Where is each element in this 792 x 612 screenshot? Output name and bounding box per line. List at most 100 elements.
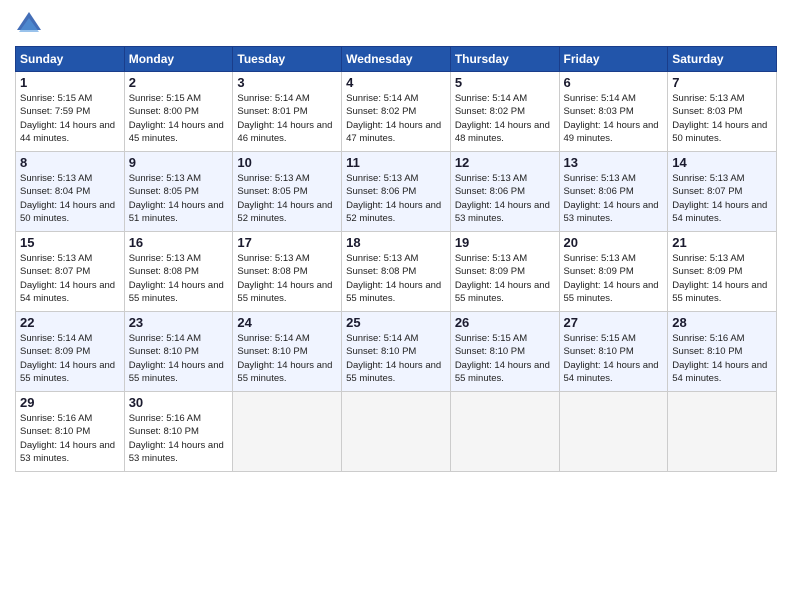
day-number: 4 (346, 75, 446, 90)
day-number: 5 (455, 75, 555, 90)
calendar-week-4: 29 Sunrise: 5:16 AMSunset: 8:10 PMDayligh… (16, 392, 777, 472)
day-info: Sunrise: 5:13 AMSunset: 8:06 PMDaylight:… (346, 173, 441, 224)
calendar-cell: 5Sunrise: 5:14 AMSunset: 8:02 PMDaylight… (450, 72, 559, 152)
calendar-cell: 26 Sunrise: 5:15 AMSunset: 8:10 PMDayligh… (450, 312, 559, 392)
day-info: Sunrise: 5:15 AMSunset: 8:10 PMDaylight:… (455, 333, 550, 384)
calendar-cell: 22 Sunrise: 5:14 AMSunset: 8:09 PMDayligh… (16, 312, 125, 392)
day-number: 12 (455, 155, 555, 170)
calendar-cell: 16 Sunrise: 5:13 AMSunset: 8:08 PMDayligh… (124, 232, 233, 312)
calendar-cell: 2 Sunrise: 5:15 AMSunset: 8:00 PMDaylight… (124, 72, 233, 152)
day-info: Sunrise: 5:16 AMSunset: 8:10 PMDaylight:… (129, 413, 224, 464)
day-info: Sunrise: 5:14 AMSunset: 8:10 PMDaylight:… (129, 333, 224, 384)
day-number: 17 (237, 235, 337, 250)
day-number: 6 (564, 75, 664, 90)
calendar-cell: 20 Sunrise: 5:13 AMSunset: 8:09 PMDayligh… (559, 232, 668, 312)
calendar-cell (233, 392, 342, 472)
weekday-thursday: Thursday (450, 47, 559, 72)
weekday-header-row: SundayMondayTuesdayWednesdayThursdayFrid… (16, 47, 777, 72)
day-info: Sunrise: 5:14 AMSunset: 8:10 PMDaylight:… (346, 333, 441, 384)
calendar-week-0: 1Sunrise: 5:15 AMSunset: 7:59 PMDaylight… (16, 72, 777, 152)
day-info: Sunrise: 5:13 AMSunset: 8:07 PMDaylight:… (20, 253, 115, 304)
calendar-table: SundayMondayTuesdayWednesdayThursdayFrid… (15, 46, 777, 472)
day-info: Sunrise: 5:13 AMSunset: 8:08 PMDaylight:… (237, 253, 332, 304)
day-info: Sunrise: 5:13 AMSunset: 8:03 PMDaylight:… (672, 93, 767, 144)
day-info: Sunrise: 5:16 AMSunset: 8:10 PMDaylight:… (20, 413, 115, 464)
calendar-cell: 10Sunrise: 5:13 AMSunset: 8:05 PMDayligh… (233, 152, 342, 232)
day-info: Sunrise: 5:14 AMSunset: 8:10 PMDaylight:… (237, 333, 332, 384)
calendar-week-1: 8 Sunrise: 5:13 AMSunset: 8:04 PMDaylight… (16, 152, 777, 232)
day-info: Sunrise: 5:13 AMSunset: 8:07 PMDaylight:… (672, 173, 767, 224)
day-number: 11 (346, 155, 446, 170)
day-number: 16 (129, 235, 229, 250)
day-number: 14 (672, 155, 772, 170)
calendar-cell: 12Sunrise: 5:13 AMSunset: 8:06 PMDayligh… (450, 152, 559, 232)
calendar-cell: 8 Sunrise: 5:13 AMSunset: 8:04 PMDaylight… (16, 152, 125, 232)
day-number: 26 (455, 315, 555, 330)
day-info: Sunrise: 5:15 AMSunset: 8:00 PMDaylight:… (129, 93, 224, 144)
calendar-cell (450, 392, 559, 472)
calendar-cell (668, 392, 777, 472)
day-info: Sunrise: 5:13 AMSunset: 8:08 PMDaylight:… (129, 253, 224, 304)
calendar-cell: 3Sunrise: 5:14 AMSunset: 8:01 PMDaylight… (233, 72, 342, 152)
calendar-cell: 11 Sunrise: 5:13 AMSunset: 8:06 PMDayligh… (342, 152, 451, 232)
day-info: Sunrise: 5:14 AMSunset: 8:02 PMDaylight:… (346, 93, 441, 144)
calendar-cell: 17 Sunrise: 5:13 AMSunset: 8:08 PMDayligh… (233, 232, 342, 312)
day-number: 25 (346, 315, 446, 330)
day-number: 20 (564, 235, 664, 250)
calendar-cell: 23 Sunrise: 5:14 AMSunset: 8:10 PMDayligh… (124, 312, 233, 392)
day-number: 7 (672, 75, 772, 90)
day-number: 30 (129, 395, 229, 410)
day-number: 21 (672, 235, 772, 250)
day-info: Sunrise: 5:15 AMSunset: 8:10 PMDaylight:… (564, 333, 659, 384)
calendar-week-3: 22 Sunrise: 5:14 AMSunset: 8:09 PMDayligh… (16, 312, 777, 392)
calendar-cell: 19 Sunrise: 5:13 AMSunset: 8:09 PMDayligh… (450, 232, 559, 312)
calendar-cell (559, 392, 668, 472)
header (15, 10, 777, 38)
calendar-cell: 24 Sunrise: 5:14 AMSunset: 8:10 PMDayligh… (233, 312, 342, 392)
day-number: 9 (129, 155, 229, 170)
calendar-cell: 1Sunrise: 5:15 AMSunset: 7:59 PMDaylight… (16, 72, 125, 152)
day-number: 10 (237, 155, 337, 170)
weekday-saturday: Saturday (668, 47, 777, 72)
calendar-cell: 28 Sunrise: 5:16 AMSunset: 8:10 PMDayligh… (668, 312, 777, 392)
calendar-cell: 7 Sunrise: 5:13 AMSunset: 8:03 PMDaylight… (668, 72, 777, 152)
day-number: 18 (346, 235, 446, 250)
day-info: Sunrise: 5:13 AMSunset: 8:06 PMDaylight:… (564, 173, 659, 224)
day-number: 29 (20, 395, 120, 410)
day-number: 13 (564, 155, 664, 170)
calendar-cell: 14 Sunrise: 5:13 AMSunset: 8:07 PMDayligh… (668, 152, 777, 232)
weekday-wednesday: Wednesday (342, 47, 451, 72)
logo-icon (15, 10, 43, 38)
page: SundayMondayTuesdayWednesdayThursdayFrid… (0, 0, 792, 612)
day-number: 27 (564, 315, 664, 330)
day-number: 24 (237, 315, 337, 330)
day-info: Sunrise: 5:13 AMSunset: 8:09 PMDaylight:… (672, 253, 767, 304)
day-info: Sunrise: 5:14 AMSunset: 8:09 PMDaylight:… (20, 333, 115, 384)
day-number: 19 (455, 235, 555, 250)
day-number: 15 (20, 235, 120, 250)
day-number: 2 (129, 75, 229, 90)
weekday-monday: Monday (124, 47, 233, 72)
calendar-cell: 27 Sunrise: 5:15 AMSunset: 8:10 PMDayligh… (559, 312, 668, 392)
day-info: Sunrise: 5:13 AMSunset: 8:04 PMDaylight:… (20, 173, 115, 224)
day-info: Sunrise: 5:15 AMSunset: 7:59 PMDaylight:… (20, 93, 115, 144)
day-number: 23 (129, 315, 229, 330)
day-number: 28 (672, 315, 772, 330)
day-info: Sunrise: 5:13 AMSunset: 8:09 PMDaylight:… (455, 253, 550, 304)
day-number: 8 (20, 155, 120, 170)
weekday-tuesday: Tuesday (233, 47, 342, 72)
calendar-cell: 13 Sunrise: 5:13 AMSunset: 8:06 PMDayligh… (559, 152, 668, 232)
weekday-sunday: Sunday (16, 47, 125, 72)
calendar-cell: 15 Sunrise: 5:13 AMSunset: 8:07 PMDayligh… (16, 232, 125, 312)
day-info: Sunrise: 5:16 AMSunset: 8:10 PMDaylight:… (672, 333, 767, 384)
calendar-cell: 6 Sunrise: 5:14 AMSunset: 8:03 PMDaylight… (559, 72, 668, 152)
logo (15, 10, 47, 38)
weekday-friday: Friday (559, 47, 668, 72)
calendar-cell: 29 Sunrise: 5:16 AMSunset: 8:10 PMDayligh… (16, 392, 125, 472)
calendar-cell: 21 Sunrise: 5:13 AMSunset: 8:09 PMDayligh… (668, 232, 777, 312)
day-info: Sunrise: 5:13 AMSunset: 8:08 PMDaylight:… (346, 253, 441, 304)
day-info: Sunrise: 5:14 AMSunset: 8:03 PMDaylight:… (564, 93, 659, 144)
day-number: 22 (20, 315, 120, 330)
day-info: Sunrise: 5:13 AMSunset: 8:09 PMDaylight:… (564, 253, 659, 304)
day-number: 3 (237, 75, 337, 90)
